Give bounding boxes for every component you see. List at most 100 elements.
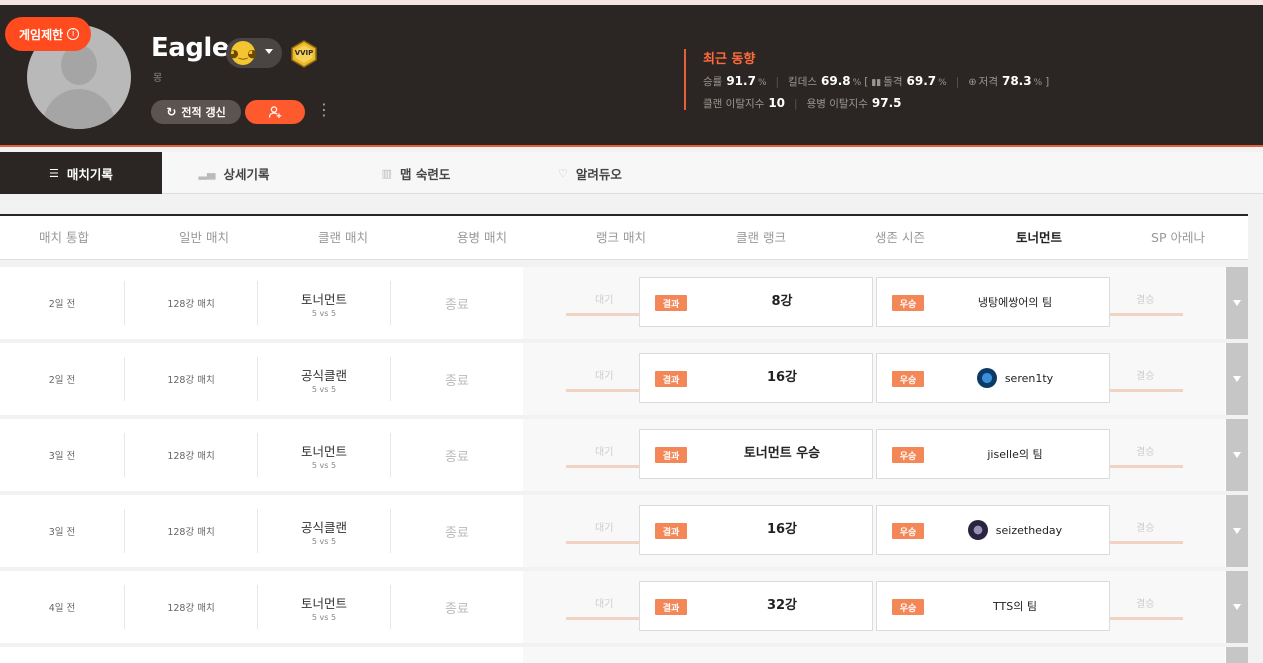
subtab-sp-arena[interactable]: SP 아레나 bbox=[1108, 216, 1248, 260]
winner-box: 우승 냉탕에쌍어의 팀 bbox=[876, 277, 1110, 327]
result-tag: 결과 bbox=[655, 447, 687, 463]
result-tag: 결과 bbox=[655, 371, 687, 387]
game-restriction-badge[interactable]: 게임제한 i bbox=[5, 17, 92, 51]
bracket-progress: 대기 64강 32강 4강 결승 결과 16강 우승 seizetheday bbox=[523, 495, 1225, 567]
table-row[interactable]: 3일 전 128강 매치 공식클랜 5 vs 5 종료 대기 64강 32강 4… bbox=[0, 495, 1248, 567]
result-tag: 결과 bbox=[655, 523, 687, 539]
chevron-down-icon bbox=[265, 49, 273, 54]
result-box: 결과 8강 bbox=[639, 277, 873, 327]
rifle-icon: ▮▮ bbox=[871, 78, 882, 88]
expand-button[interactable] bbox=[1226, 267, 1248, 339]
subtab-all[interactable]: 매치 통합 bbox=[0, 216, 134, 260]
winner-box: 우승 jiselle의 팀 bbox=[876, 429, 1110, 479]
kd-value: 69.8 bbox=[821, 74, 851, 88]
recent-trend-panel: 최근 동향 승률 91.7 % | 킬데스 69.8 % [ ▮▮ 돌격 69.… bbox=[684, 49, 1052, 110]
result-round: 32강 bbox=[766, 598, 798, 613]
match-type: 128강 매치 bbox=[167, 299, 215, 310]
emblem-selector[interactable]: ◕‿◕ bbox=[226, 38, 282, 68]
match-type: 128강 매치 bbox=[167, 451, 215, 462]
match-date: 2일 전 bbox=[48, 375, 76, 386]
result-box: 결과 32강 bbox=[639, 581, 873, 631]
vvip-label: VVIP bbox=[294, 49, 314, 57]
expand-button[interactable] bbox=[1226, 495, 1248, 567]
match-date: 2일 전 bbox=[48, 299, 76, 310]
chart-icon: ▂▄ bbox=[198, 166, 216, 180]
chevron-down-icon bbox=[1233, 376, 1241, 382]
match-date: 3일 전 bbox=[48, 451, 76, 462]
tab-detail-record[interactable]: ▂▄ 상세기록 bbox=[162, 152, 306, 194]
crosshair-icon: ⊕ bbox=[968, 77, 977, 88]
match-type: 128강 매치 bbox=[167, 375, 215, 386]
vvip-badge-icon: VVIP bbox=[290, 40, 318, 68]
result-round: 8강 bbox=[771, 294, 793, 309]
match-status: 종료 bbox=[445, 525, 469, 541]
smiley-emblem-icon: ◕‿◕ bbox=[229, 41, 257, 65]
map-icon: ▥ bbox=[381, 166, 393, 180]
info-icon[interactable]: i bbox=[67, 28, 80, 40]
match-date: 3일 전 bbox=[48, 527, 76, 538]
subtab-clan-rank[interactable]: 클랜 랭크 bbox=[691, 216, 831, 260]
subtab-clan[interactable]: 클랜 매치 bbox=[273, 216, 413, 260]
merc-leave-value: 97.5 bbox=[871, 96, 902, 110]
add-user-icon bbox=[268, 106, 282, 118]
subtab-tournament[interactable]: 토너먼트 bbox=[969, 216, 1109, 260]
winner-tag: 우승 bbox=[892, 447, 924, 463]
profile-subtext: 몽 bbox=[153, 73, 163, 84]
tab-duo[interactable]: ♡ 알려듀오 bbox=[530, 152, 650, 194]
chevron-down-icon bbox=[1233, 452, 1241, 458]
refresh-label: 전적 갱신 bbox=[181, 106, 226, 119]
add-friend-button[interactable] bbox=[245, 100, 305, 124]
winner-tag: 우승 bbox=[892, 371, 924, 387]
result-round: 16강 bbox=[766, 522, 798, 537]
table-row[interactable]: 4일 전 128강 매치 토너먼트 5 vs 5 종료 대기 64강 32강 4… bbox=[0, 571, 1248, 643]
match-status: 종료 bbox=[445, 373, 469, 389]
subtab-rank[interactable]: 랭크 매치 bbox=[551, 216, 691, 260]
match-mode: 공식클랜 5 vs 5 bbox=[300, 367, 347, 394]
result-round: 토너먼트 우승 bbox=[743, 446, 821, 461]
tab-match-record[interactable]: ☰ 매치기록 bbox=[0, 152, 162, 194]
match-mode: 토너먼트 5 vs 5 bbox=[300, 443, 347, 470]
table-row[interactable]: 2일 전 128강 매치 토너먼트 5 vs 5 종료 대기 64강 32강 4… bbox=[0, 267, 1248, 339]
winner-team: jiselle의 팀 bbox=[987, 448, 1043, 461]
sniper-value: 78.3 bbox=[1001, 74, 1032, 88]
subtab-survival[interactable]: 생존 시즌 bbox=[830, 216, 970, 260]
match-mode: 토너먼트 5 vs 5 bbox=[300, 291, 347, 318]
winner-box: 우승 seizetheday bbox=[876, 505, 1110, 555]
more-options-icon[interactable]: ⋮ bbox=[316, 101, 332, 123]
chevron-down-icon bbox=[1233, 604, 1241, 610]
match-mode: 토너먼트 5 vs 5 bbox=[300, 595, 347, 622]
match-type-tabs: 매치 통합 일반 매치 클랜 매치 용병 매치 랭크 매치 클랜 랭크 생존 시… bbox=[0, 214, 1248, 260]
expand-button[interactable] bbox=[1226, 343, 1248, 415]
result-tag: 결과 bbox=[655, 295, 687, 311]
subtab-mercenary[interactable]: 용병 매치 bbox=[412, 216, 552, 260]
winner-team: seren1ty bbox=[929, 354, 1101, 402]
expand-button[interactable] bbox=[1226, 419, 1248, 491]
recent-trend-title: 최근 동향 bbox=[703, 52, 756, 67]
subtab-normal[interactable]: 일반 매치 bbox=[134, 216, 274, 260]
clan-leave-value: 10 bbox=[768, 96, 786, 110]
heart-icon: ♡ bbox=[558, 166, 568, 180]
clan-emblem-icon bbox=[967, 520, 988, 540]
nickname: Eagle bbox=[151, 33, 229, 63]
match-type: 128강 매치 bbox=[167, 527, 215, 538]
result-box: 결과 16강 bbox=[639, 353, 873, 403]
result-box: 결과 토너먼트 우승 bbox=[639, 429, 873, 479]
tab-map-proficiency[interactable]: ▥ 맵 숙련도 bbox=[356, 152, 476, 194]
assault-value: 69.7 bbox=[906, 74, 937, 88]
winner-tag: 우승 bbox=[892, 523, 924, 539]
expand-button[interactable] bbox=[1226, 571, 1248, 643]
main-tab-bar: ☰ 매치기록 ▂▄ 상세기록 ▥ 맵 숙련도 ♡ 알려듀오 bbox=[0, 152, 1263, 194]
refresh-record-button[interactable]: ↻ 전적 갱신 bbox=[151, 100, 241, 124]
table-row[interactable]: 2일 전 128강 매치 공식클랜 5 vs 5 종료 대기 64강 32강 4… bbox=[0, 343, 1248, 415]
match-status: 종료 bbox=[445, 601, 469, 617]
expand-button[interactable] bbox=[1226, 647, 1248, 663]
winner-team: 냉탕에쌍어의 팀 bbox=[977, 296, 1053, 309]
match-mode: 공식클랜 5 vs 5 bbox=[300, 519, 347, 546]
table-row[interactable]: 3일 전 128강 매치 토너먼트 5 vs 5 종료 대기 64강 32강 4… bbox=[0, 419, 1248, 491]
winner-tag: 우승 bbox=[892, 295, 924, 311]
winner-box: 우승 seren1ty bbox=[876, 353, 1110, 403]
match-type: 128강 매치 bbox=[167, 603, 215, 614]
bracket-progress: 대기 64강 32강 4강 결승 결과 토너먼트 우승 우승 jiselle의 … bbox=[523, 419, 1225, 491]
stats-row-1: 승률 91.7 % | 킬데스 69.8 % [ ▮▮ 돌격 69.7 % | … bbox=[703, 74, 1050, 88]
bracket-progress: 대기 64강 32강 4강 결승 결과 16강 우승 seren1ty bbox=[523, 343, 1225, 415]
